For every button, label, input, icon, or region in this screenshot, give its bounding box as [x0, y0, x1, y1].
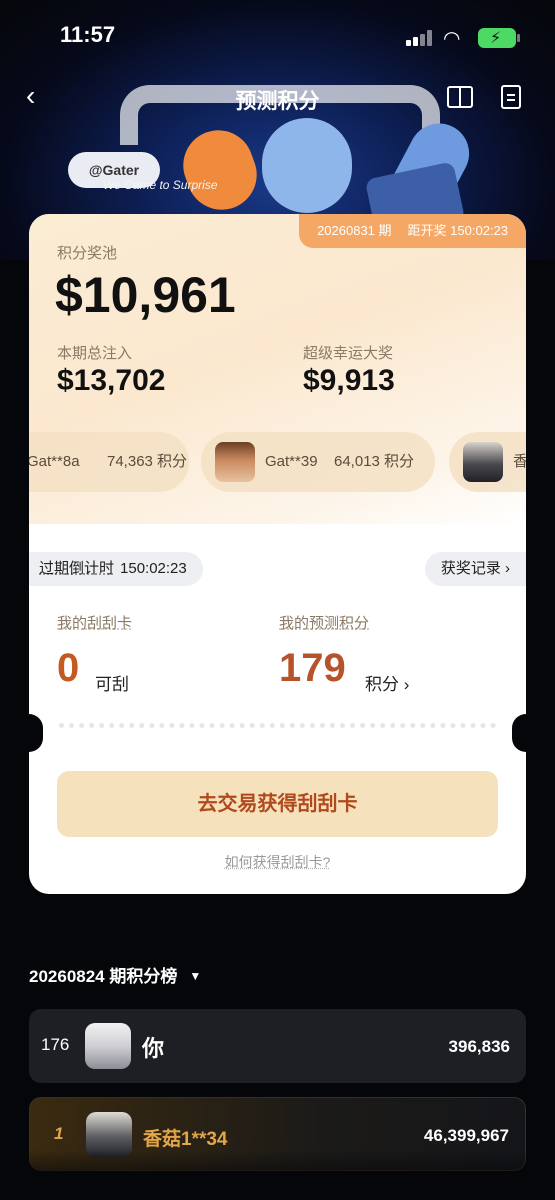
- my-cards-value: 0: [57, 646, 80, 690]
- winner-chip: Gat**39 64,013 积分: [201, 432, 435, 492]
- banner-slogan: We Came to Surprise: [103, 178, 218, 192]
- my-cards-unit: 可刮: [95, 675, 129, 694]
- my-points-value[interactable]: 179: [279, 646, 346, 691]
- period-badge: 20260831 期距开奖 150:02:23: [299, 214, 526, 248]
- rank: 176: [41, 1035, 70, 1054]
- trade-to-earn-button[interactable]: 去交易获得刮刮卡: [57, 771, 498, 837]
- avatar: [85, 1023, 131, 1069]
- avatar: [215, 442, 255, 482]
- charging-icon: ⚡: [490, 30, 502, 47]
- status-bar: 11:57 ◠ ⚡: [0, 0, 555, 70]
- winners-marquee: Gat**8a 74,363 积分 Gat**39 64,013 积分 香: [29, 432, 526, 494]
- prize-pool-section: 20260831 期距开奖 150:02:23 积分奖池 $10,961 本期总…: [29, 214, 526, 524]
- winner-points: 64,013 积分: [334, 453, 415, 470]
- ticket-notch: [512, 714, 526, 752]
- winner-name: Gat**8a: [29, 453, 80, 470]
- my-points-link[interactable]: 积分 ›: [365, 670, 409, 695]
- pool-value: $10,961: [55, 267, 236, 323]
- my-cards-label: 我的刮刮卡: [57, 615, 133, 632]
- winner-chip: Gat**8a 74,363 积分: [29, 432, 189, 492]
- leaderboard-row-me[interactable]: 176 你 396,836: [29, 1009, 526, 1083]
- draw-label: 距开奖: [407, 223, 447, 238]
- guide-book-icon[interactable]: [447, 86, 473, 108]
- jackpot-value: $9,913: [303, 364, 395, 397]
- total-injected-label: 本期总注入: [57, 345, 133, 362]
- how-to-get-link[interactable]: 如何获得刮刮卡?: [29, 852, 526, 872]
- banner-art-shape: [262, 118, 352, 213]
- winner-name: 香: [513, 453, 526, 470]
- user-points: 46,399,967: [423, 1126, 509, 1145]
- jackpot-label: 超级幸运大奖: [303, 345, 394, 362]
- signal-icon: [406, 30, 434, 46]
- user-points: 396,836: [448, 1037, 510, 1056]
- chevron-right-icon: ›: [505, 560, 510, 577]
- ticket-divider: [59, 723, 496, 728]
- bottom-fade: [0, 1150, 555, 1200]
- ticket-notch: [29, 714, 43, 752]
- rules-document-icon[interactable]: [501, 85, 521, 109]
- expiry-countdown: 过期倒计时 150:02:23: [29, 552, 203, 586]
- prize-records-button[interactable]: 获奖记录 ›: [424, 552, 526, 586]
- nav-bar: ‹ 预测积分: [0, 76, 555, 120]
- total-injected-value: $13,702: [57, 364, 166, 397]
- expiry-value: 150:02:23: [120, 560, 187, 577]
- wifi-icon: ◠: [443, 28, 461, 50]
- winner-chip: 香: [449, 432, 526, 492]
- avatar: [463, 442, 503, 482]
- points-card: 20260831 期距开奖 150:02:23 积分奖池 $10,961 本期总…: [29, 214, 526, 894]
- my-points-label: 我的预测积分: [279, 615, 370, 632]
- rank: 1: [54, 1124, 64, 1143]
- battery-icon: ⚡: [478, 28, 520, 48]
- draw-countdown: 150:02:23: [450, 223, 508, 238]
- winner-points: 74,363 积分: [107, 453, 188, 470]
- my-points-unit: 积分: [365, 675, 399, 694]
- status-time: 11:57: [60, 22, 116, 47]
- leaderboard-period-selector[interactable]: 20260824 期积分榜 ▼: [29, 962, 201, 987]
- expiry-label: 过期倒计时: [39, 560, 115, 577]
- leaderboard-title: 20260824 期积分榜: [29, 967, 178, 986]
- pool-label: 积分奖池: [57, 245, 118, 262]
- winner-name: Gat**39: [265, 453, 318, 470]
- caret-down-icon: ▼: [189, 969, 202, 983]
- chevron-right-icon: ›: [403, 675, 410, 694]
- records-label: 获奖记录: [440, 560, 501, 577]
- user-name: 你: [142, 1036, 165, 1061]
- period-number: 20260831 期: [317, 223, 392, 238]
- user-name: 香菇1**34: [143, 1129, 228, 1150]
